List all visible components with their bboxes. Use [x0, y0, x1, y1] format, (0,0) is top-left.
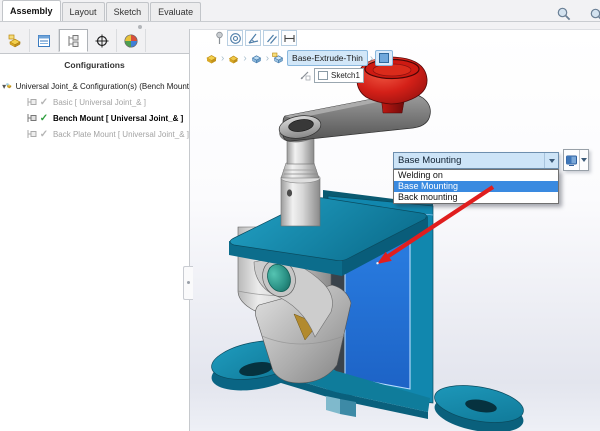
configuration-manager-icon[interactable]	[59, 29, 88, 52]
check-icon: ✓	[38, 97, 50, 108]
graphics-viewport[interactable]	[190, 29, 600, 431]
breadcrumb-feature-chip[interactable]: Base-Extrude-Thin	[287, 50, 368, 66]
feature-crumb-icon[interactable]	[271, 51, 286, 66]
breadcrumb-face-chip[interactable]	[375, 50, 393, 66]
configuration-combo-box[interactable]: Base Mounting	[393, 152, 559, 169]
manager-tab-strip	[0, 29, 189, 54]
zoom-tool-icon-2[interactable]	[589, 6, 600, 24]
concentric-mate-icon[interactable]	[227, 30, 243, 46]
display-state-caret[interactable]	[579, 150, 588, 170]
sketch-callout: Sketch1	[299, 68, 364, 83]
config-item-basic[interactable]: ✓ Basic [ Universal Joint_& ]	[0, 94, 189, 110]
configuration-dropdown-list: Welding on Base Mounting Back mounting	[393, 169, 559, 204]
parallel-mate-icon[interactable]	[263, 30, 279, 46]
config-item-back-plate-mount[interactable]: ✓ Back Plate Mount [ Universal Joint_& ]	[0, 126, 189, 142]
display-manager-icon[interactable]	[117, 29, 146, 52]
configuration-icon	[26, 128, 38, 140]
collapsed-ribbon-strip	[0, 22, 600, 29]
solidworks-window: Assembly Layout Sketch Evaluate	[0, 0, 600, 431]
feature-manager-icon[interactable]	[1, 29, 30, 52]
tab-evaluate[interactable]: Evaluate	[150, 2, 201, 21]
configurations-panel-title: Configurations	[0, 54, 189, 74]
tab-assembly[interactable]: Assembly	[2, 0, 61, 21]
chevron-right-icon: ›	[221, 53, 224, 64]
config-item-label: Back Plate Mount [ Universal Joint_& ]	[53, 130, 189, 139]
part-crumb-icon[interactable]	[226, 51, 241, 66]
assembly-crumb-icon[interactable]	[204, 51, 219, 66]
tab-sketch[interactable]: Sketch	[106, 2, 150, 21]
dimxpert-icon[interactable]	[88, 29, 117, 52]
chevron-down-icon	[549, 159, 555, 163]
assembly-icon	[6, 79, 12, 93]
dropdown-option-welding-on[interactable]: Welding on	[394, 170, 558, 181]
configuration-icon	[26, 96, 38, 108]
config-tree-root[interactable]: ▾ Universal Joint_& Configuration(s) (Be…	[0, 78, 189, 94]
config-root-label: Universal Joint_& Configuration(s) (Benc…	[16, 82, 189, 91]
configuration-manager-panel: Configurations ▾ Universal Joint_& Confi…	[0, 29, 190, 431]
selection-breadcrumbs: › › › Base-Extrude-Thin ›	[204, 50, 393, 66]
pin-icon[interactable]	[214, 31, 225, 46]
display-state-icon	[564, 154, 579, 167]
chevron-down-icon	[581, 158, 587, 162]
check-icon: ✓	[38, 129, 50, 140]
active-check-icon: ✓	[38, 113, 50, 124]
dropdown-option-back-mounting[interactable]: Back mounting	[394, 192, 558, 203]
property-manager-icon[interactable]	[30, 29, 59, 52]
angle-mate-icon[interactable]	[245, 30, 261, 46]
sketch-icon	[299, 70, 311, 82]
combo-value: Base Mounting	[394, 155, 544, 166]
display-state-button[interactable]	[563, 149, 589, 171]
configuration-icon	[26, 112, 38, 124]
tab-layout[interactable]: Layout	[62, 2, 105, 21]
panel-splitter-handle[interactable]	[183, 266, 193, 300]
config-item-label: Bench Mount [ Universal Joint_& ]	[53, 114, 183, 123]
command-tab-bar: Assembly Layout Sketch Evaluate	[0, 0, 600, 22]
chevron-right-icon: ›	[266, 53, 269, 64]
dropdown-option-base-mounting[interactable]: Base Mounting	[394, 181, 558, 192]
body-crumb-icon[interactable]	[249, 51, 264, 66]
config-item-label: Basic [ Universal Joint_& ]	[53, 98, 146, 107]
distance-mate-icon[interactable]	[281, 30, 297, 46]
combo-caret[interactable]	[544, 153, 558, 168]
zoom-tool-icon[interactable]	[556, 6, 572, 24]
configurations-tree: ▾ Universal Joint_& Configuration(s) (Be…	[0, 78, 189, 142]
context-toolbar	[214, 30, 297, 46]
sketch-square-icon	[318, 71, 328, 80]
chevron-right-icon: ›	[370, 53, 373, 64]
chevron-right-icon: ›	[243, 53, 246, 64]
sketch1-box[interactable]: Sketch1	[314, 68, 364, 83]
face-icon	[379, 53, 389, 63]
config-item-bench-mount[interactable]: ✓ Bench Mount [ Universal Joint_& ]	[0, 110, 189, 126]
sketch-label: Sketch1	[331, 71, 360, 80]
